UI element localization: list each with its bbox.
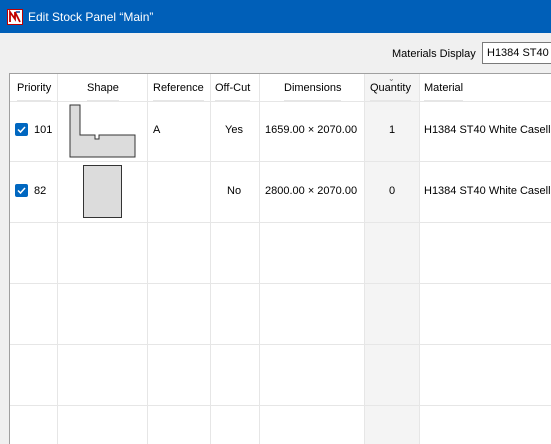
material-cell: H1384 ST40 White Casella <box>424 124 551 136</box>
rectangle-icon <box>83 165 123 222</box>
materials-display-label: Materials Display <box>392 48 476 60</box>
title-bar[interactable]: Edit Stock Panel “Main” <box>0 0 551 33</box>
stock-panel-grid[interactable]: Priority Shape Reference Off-Cut Dimensi… <box>9 73 551 444</box>
column-header-offcut[interactable]: Off-Cut <box>215 74 251 101</box>
dimensions-cell: 2800.00 × 2070.00 <box>265 185 358 197</box>
column-header-quantity[interactable]: Quantity <box>370 74 411 101</box>
column-header-dimensions[interactable]: Dimensions <box>284 74 342 101</box>
offcut-cell: No <box>227 185 242 197</box>
offcut-cell: Yes <box>225 124 243 136</box>
column-header-priority[interactable]: Priority <box>17 74 52 101</box>
quantity-cell: 1 <box>389 124 396 136</box>
column-header-shape[interactable]: Shape <box>87 74 119 101</box>
quantity-cell: 0 <box>389 185 396 197</box>
window-title: Edit Stock Panel “Main” <box>28 9 154 24</box>
row-checkbox[interactable] <box>15 123 28 136</box>
dimensions-cell: 1659.00 × 2070.00 <box>265 124 358 136</box>
reference-cell: A <box>153 124 161 136</box>
column-header-reference[interactable]: Reference <box>153 74 204 101</box>
priority-cell: 82 <box>34 185 47 197</box>
row-checkbox[interactable] <box>15 184 28 197</box>
material-cell: H1384 ST40 White Casella <box>424 185 551 197</box>
materials-display-select[interactable]: H1384 ST40 White Casella <box>482 42 551 64</box>
toolbar: Materials Display H1384 ST40 White Casel… <box>0 33 551 73</box>
column-header-material[interactable]: Material <box>424 74 464 101</box>
l-shape-icon <box>69 104 137 162</box>
app-logo-icon <box>7 8 23 25</box>
priority-cell: 101 <box>34 124 53 136</box>
